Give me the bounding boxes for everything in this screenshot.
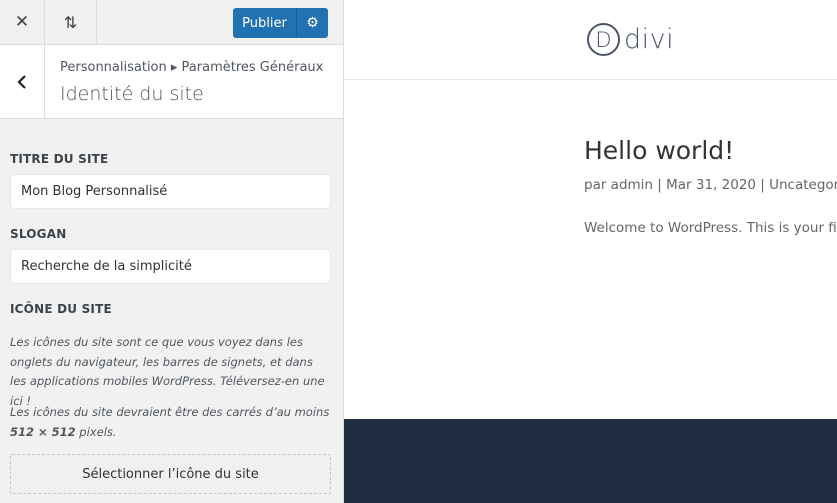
breadcrumb: Personnalisation ▸ Paramètres Généraux — [60, 60, 324, 75]
tagline-label: SLOGAN — [10, 227, 67, 241]
post-excerpt: Welcome to WordPress. This is your first… — [584, 220, 837, 236]
size-note-prefix: Les icônes du site devraient être des ca… — [10, 405, 330, 419]
tagline-input[interactable]: Recherche de la simplicité — [10, 249, 331, 284]
post-meta: par admin | Mar 31, 2020 | Uncategorized — [584, 177, 837, 193]
chevron-left-icon[interactable] — [0, 45, 45, 118]
site-title-label: TITRE DU SITE — [10, 152, 109, 166]
site-icon-label: ICÔNE DU SITE — [10, 302, 112, 316]
section-header: Personnalisation ▸ Paramètres Généraux I… — [0, 45, 343, 119]
footer-band — [344, 419, 837, 503]
publish-group: Publier ⚙ — [233, 8, 328, 38]
size-note-suffix: pixels. — [75, 424, 117, 439]
arrows-up-down-icon[interactable]: ⇅ — [45, 0, 97, 44]
close-icon[interactable]: ✕ — [0, 0, 45, 44]
site-title-input[interactable]: Mon Blog Personnalisé — [10, 174, 331, 209]
site-icon-size-note: Les icônes du site devraient être des ca… — [10, 403, 332, 442]
size-note-value: 512 × 512 — [10, 424, 76, 439]
site-icon-description: Les icônes du site sont ce que vous voye… — [10, 335, 325, 408]
post-title[interactable]: Hello world! — [584, 136, 734, 165]
divi-logo[interactable]: D divi — [587, 23, 674, 56]
publish-button[interactable]: Publier — [233, 8, 297, 38]
customizer-toolbar: ✕ ⇅ Publier ⚙ — [0, 0, 343, 45]
site-preview: D divi Hello world! par admin | Mar 31, … — [344, 0, 837, 503]
customizer-sidebar: ✕ ⇅ Publier ⚙ Personnalisation ▸ Paramèt… — [0, 0, 344, 503]
logo-mark: D — [587, 23, 620, 56]
gear-icon[interactable]: ⚙ — [297, 8, 328, 38]
section-title: Identité du site — [60, 83, 204, 105]
logo-text: divi — [624, 24, 675, 55]
select-site-icon-button[interactable]: Sélectionner l’icône du site — [10, 454, 331, 494]
site-header: D divi — [344, 0, 837, 80]
